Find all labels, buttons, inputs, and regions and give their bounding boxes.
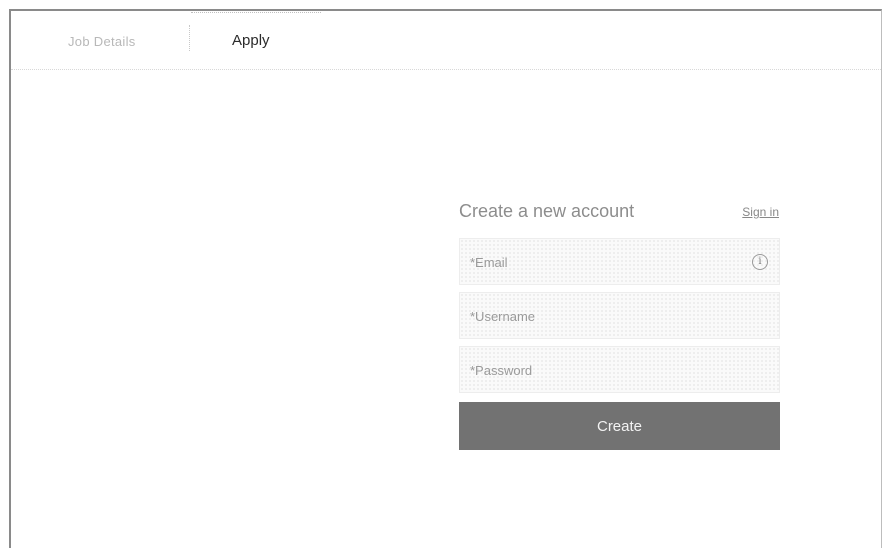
form-title: Create a new account [459, 201, 635, 221]
tab-apply[interactable]: Apply [232, 32, 270, 49]
create-account-form: Create a new account Sign in i Create [459, 201, 780, 450]
tab-bar: Job Details Apply [11, 11, 881, 70]
sign-in-link[interactable]: Sign in [742, 205, 779, 219]
password-field[interactable] [468, 359, 742, 381]
email-field-container: i [459, 238, 780, 285]
tab-job-details[interactable]: Job Details [68, 34, 136, 49]
tab-separator [189, 25, 191, 51]
form-header: Create a new account Sign in [459, 201, 780, 231]
tab-divider-line [191, 12, 321, 14]
page-frame: Job Details Apply Create a new account S… [9, 9, 882, 548]
username-field-container [459, 292, 780, 339]
info-icon[interactable]: i [752, 254, 768, 270]
email-field[interactable] [468, 251, 742, 273]
create-button[interactable]: Create [459, 402, 780, 450]
username-field[interactable] [468, 305, 742, 327]
password-field-container [459, 346, 780, 393]
